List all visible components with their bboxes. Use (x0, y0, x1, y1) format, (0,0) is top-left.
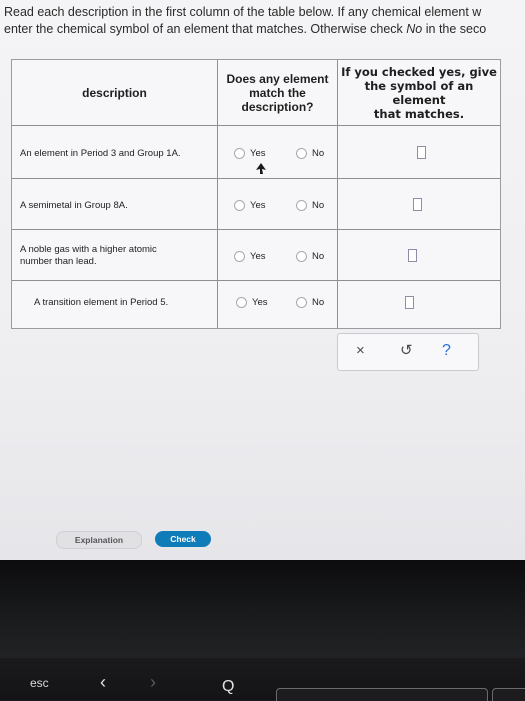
search-key-icon[interactable]: Q (222, 678, 234, 696)
instructions-no-word: No (406, 22, 423, 36)
no-radio[interactable] (296, 148, 307, 159)
header-match: Does any element match the description? (226, 71, 329, 114)
symbol-input[interactable] (408, 249, 417, 262)
yes-radio[interactable] (236, 297, 247, 308)
key[interactable] (492, 688, 525, 701)
app-screen: Read each description in the first colum… (0, 0, 525, 560)
table-row: A noble gas with a higher atomic number … (12, 230, 500, 280)
yes-radio[interactable] (234, 251, 245, 262)
help-icon[interactable]: ? (442, 342, 451, 360)
explanation-button[interactable]: Explanation (56, 531, 142, 549)
yes-label: Yes (250, 148, 266, 159)
row-description: A transition element in Period 5. (34, 297, 169, 308)
table-row: A transition element in Period 5. Yes No (12, 281, 500, 328)
key[interactable] (276, 688, 488, 701)
clear-icon[interactable]: × (356, 342, 365, 360)
yes-label: Yes (250, 200, 266, 211)
undo-icon[interactable]: ↺ (400, 342, 413, 360)
esc-key[interactable]: esc (30, 676, 49, 690)
question-table: description Does any element match the d… (11, 59, 501, 329)
header-symbol: If you checked yes, give the symbol of a… (341, 64, 497, 121)
yes-label: Yes (250, 251, 266, 262)
laptop-keyboard: esc ‹ › Q (0, 560, 525, 701)
row-description: A noble gas with a higher atomic number … (20, 244, 157, 267)
check-button[interactable]: Check (155, 531, 211, 547)
instructions: Read each description in the first colum… (4, 4, 525, 38)
back-key-icon[interactable]: ‹ (100, 672, 106, 693)
yes-radio[interactable] (234, 148, 245, 159)
no-label: No (312, 297, 325, 308)
mouse-cursor-icon (256, 163, 266, 174)
no-label: No (312, 200, 325, 211)
symbol-input[interactable] (413, 198, 422, 211)
no-radio[interactable] (296, 297, 307, 308)
forward-key-icon[interactable]: › (150, 672, 156, 693)
answer-toolbar: × ↺ ? (337, 333, 479, 371)
yes-radio[interactable] (234, 200, 245, 211)
symbol-input[interactable] (417, 146, 426, 159)
instructions-line-2: enter the chemical symbol of an element … (4, 22, 487, 36)
no-radio[interactable] (296, 200, 307, 211)
yes-label: Yes (252, 297, 268, 308)
row-description: An element in Period 3 and Group 1A. (20, 148, 181, 159)
no-label: No (312, 148, 325, 159)
row-description: A semimetal in Group 8A. (20, 200, 128, 211)
no-label: No (312, 251, 325, 262)
table-row: A semimetal in Group 8A. Yes No (12, 179, 500, 229)
header-description: description (82, 85, 147, 100)
table-row: An element in Period 3 and Group 1A. Yes… (12, 126, 500, 178)
instructions-line-1: Read each description in the first colum… (4, 5, 482, 19)
no-radio[interactable] (296, 251, 307, 262)
symbol-input[interactable] (405, 296, 414, 309)
